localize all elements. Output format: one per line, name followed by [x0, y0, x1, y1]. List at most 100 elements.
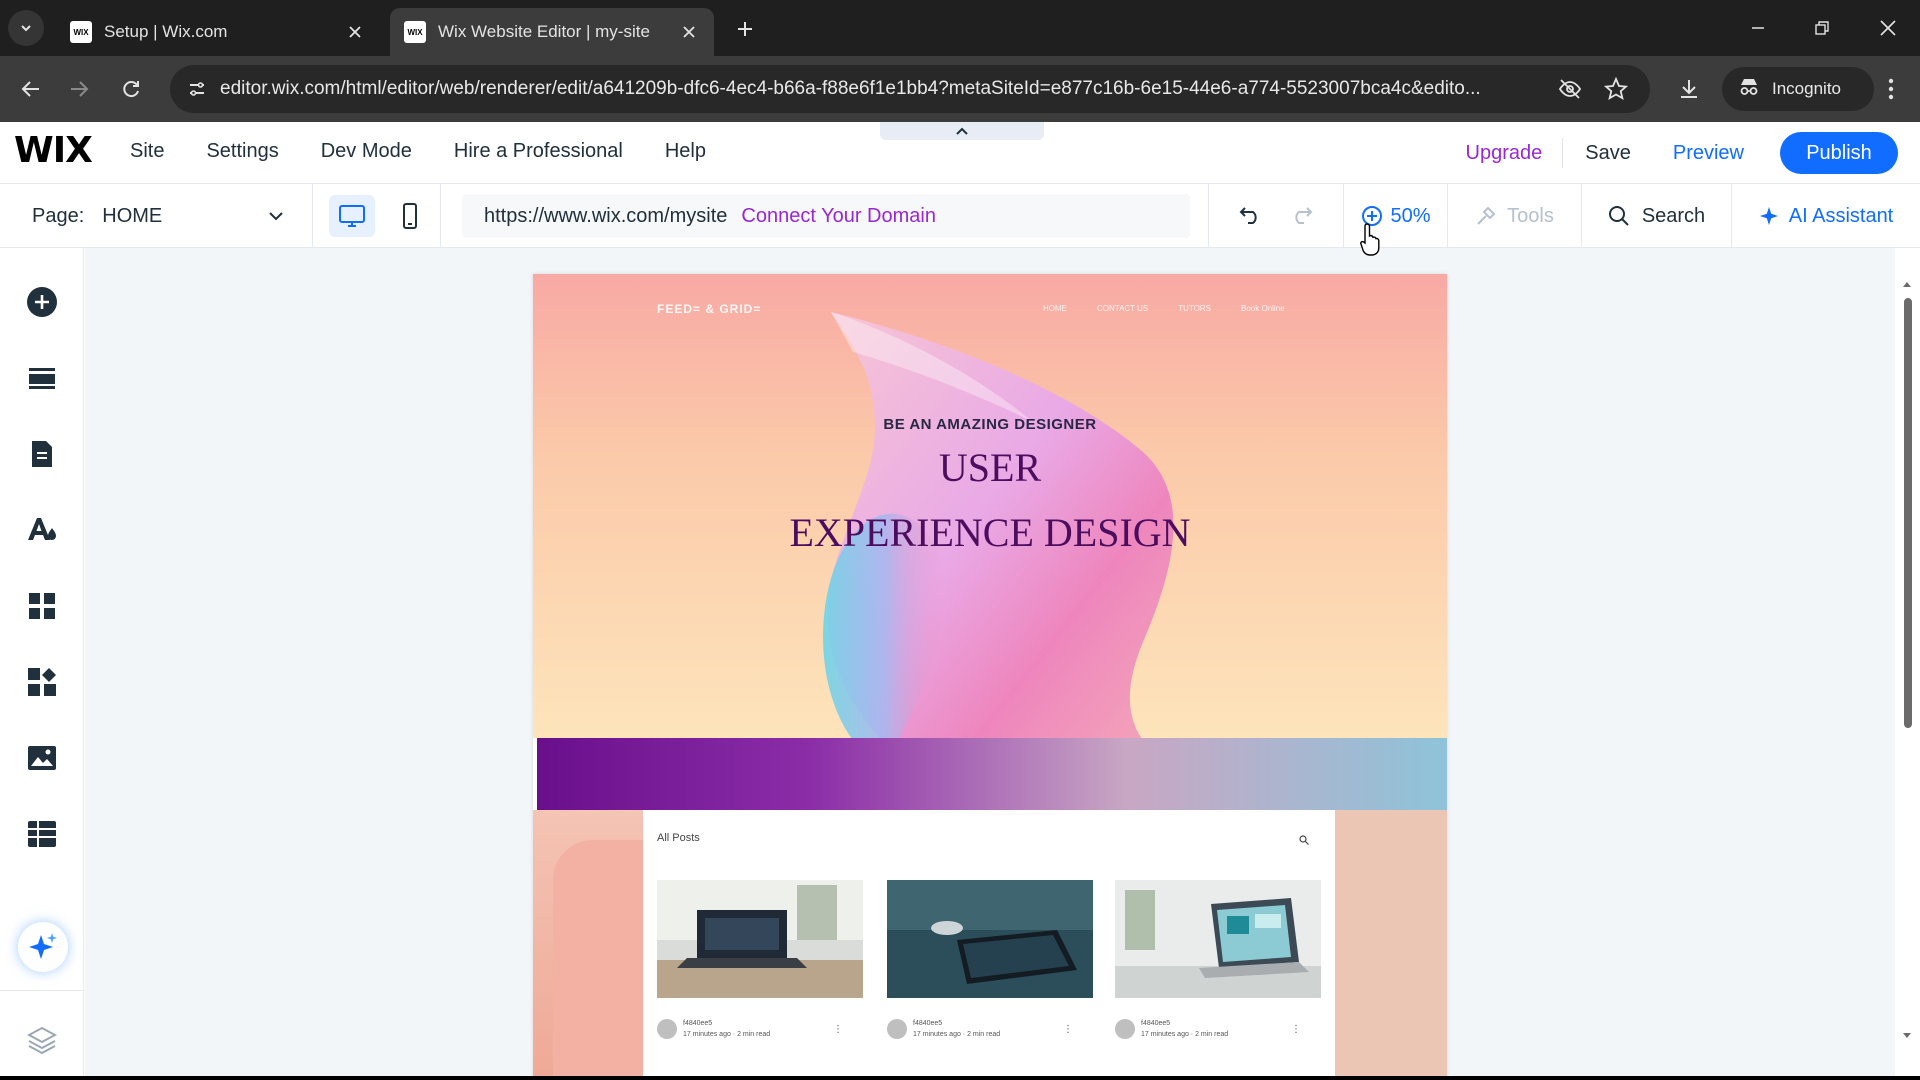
restore-button[interactable] — [1800, 10, 1844, 46]
theme-design-icon — [28, 518, 56, 540]
menu-settings[interactable]: Settings — [206, 140, 278, 163]
media-button[interactable] — [18, 734, 66, 782]
tools-button[interactable]: Tools — [1448, 184, 1582, 248]
post-meta: 17 minutes ago · 2 min read — [913, 1031, 1001, 1038]
address-bar[interactable]: editor.wix.com/html/editor/web/renderer/… — [170, 65, 1650, 113]
more-vertical-icon[interactable]: ⋮ — [1291, 1024, 1301, 1035]
wix-favicon-icon: WIX — [404, 21, 426, 43]
tab-search-button[interactable] — [8, 10, 44, 46]
gradient-band[interactable] — [537, 738, 1447, 810]
desktop-view-button[interactable] — [329, 195, 375, 237]
ai-tools-button[interactable] — [18, 922, 68, 972]
minimize-button[interactable] — [1736, 10, 1780, 46]
post-meta: 17 minutes ago · 2 min read — [1141, 1031, 1229, 1038]
add-elements-button[interactable] — [18, 278, 66, 326]
hero-kicker[interactable]: BE AN AMAZING DESIGNER — [533, 416, 1447, 433]
site-nav-contact[interactable]: CONTACT US — [1097, 304, 1148, 313]
address-url[interactable]: editor.wix.com/html/editor/web/renderer/… — [220, 78, 1540, 100]
blog-search-button[interactable] — [1299, 832, 1309, 850]
connect-domain-link[interactable]: Connect Your Domain — [741, 205, 936, 228]
canvas-scrollbar-thumb[interactable] — [1904, 298, 1912, 728]
reload-button[interactable] — [114, 72, 148, 106]
search-button[interactable]: Search — [1582, 184, 1732, 248]
preview-button[interactable]: Preview — [1653, 142, 1764, 165]
site-nav-tutors[interactable]: TUTORS — [1178, 304, 1211, 313]
apps-button[interactable] — [18, 582, 66, 630]
more-vertical-icon[interactable]: ⋮ — [833, 1024, 843, 1035]
menu-site[interactable]: Site — [130, 140, 164, 163]
current-page-name: HOME — [102, 204, 163, 227]
browser-tab-setup[interactable]: WIX Setup | Wix.com — [56, 8, 380, 56]
new-tab-button[interactable] — [730, 14, 760, 44]
upgrade-button[interactable]: Upgrade — [1446, 138, 1564, 168]
post-author[interactable]: f4840ee5 — [1141, 1020, 1170, 1027]
pages-button[interactable] — [18, 430, 66, 478]
cms-button[interactable] — [18, 810, 66, 858]
post-thumbnail[interactable] — [1115, 880, 1321, 998]
design-laptop-photo — [1115, 880, 1321, 998]
wix-logo[interactable]: WIX — [14, 130, 93, 171]
author-avatar[interactable] — [1115, 1019, 1135, 1039]
theme-design-button[interactable] — [18, 506, 66, 554]
incognito-label: Incognito — [1772, 79, 1841, 98]
browser-tab-editor[interactable]: WIX Wix Website Editor | my-site — [390, 8, 714, 56]
close-icon — [349, 26, 361, 38]
close-tab-button[interactable] — [678, 21, 700, 43]
ai-sparkle-icon — [29, 933, 57, 959]
editor-actions: Upgrade Save Preview Publish — [1446, 132, 1898, 174]
ai-assistant-button[interactable]: AI Assistant — [1732, 184, 1920, 248]
blog-post-card[interactable]: f4840ee5 17 minutes ago · 2 min read ⋮ — [1115, 880, 1321, 1040]
screen-bottom-edge — [0, 1076, 1920, 1080]
collapse-topbar-button[interactable] — [880, 122, 1044, 140]
editor-main-menu: Site Settings Dev Mode Hire a Profession… — [130, 140, 706, 163]
site-info-icon[interactable] — [174, 65, 220, 113]
post-thumbnail[interactable] — [887, 880, 1093, 998]
bookmark-star-icon[interactable] — [1603, 76, 1629, 106]
site-nav-home[interactable]: HOME — [1043, 304, 1067, 313]
hero-title-line1[interactable]: USER — [533, 444, 1447, 491]
blog-left-decoration — [533, 810, 663, 1080]
close-window-button[interactable] — [1866, 10, 1910, 46]
editor-top-bar: WIX Site Settings Dev Mode Hire a Profes… — [0, 122, 1920, 184]
post-author[interactable]: f4840ee5 — [913, 1020, 942, 1027]
business-apps-button[interactable] — [18, 658, 66, 706]
eye-off-icon[interactable] — [1558, 77, 1582, 106]
blog-post-card[interactable]: f4840ee5 17 minutes ago · 2 min read ⋮ — [657, 880, 863, 1040]
menu-help[interactable]: Help — [665, 140, 706, 163]
hero-title-line2[interactable]: EXPERIENCE DESIGN — [533, 509, 1447, 556]
undo-button[interactable] — [1239, 204, 1263, 229]
editor-left-rail — [0, 248, 84, 1080]
page-selector[interactable]: Page: HOME — [0, 184, 313, 248]
post-thumbnail[interactable] — [657, 880, 863, 998]
incognito-indicator[interactable]: Incognito — [1722, 67, 1874, 111]
author-avatar[interactable] — [657, 1019, 677, 1039]
publish-button[interactable]: Publish — [1780, 132, 1898, 174]
menu-dev-mode[interactable]: Dev Mode — [321, 140, 412, 163]
close-tab-button[interactable] — [344, 21, 366, 43]
browser-menu-button[interactable] — [1876, 72, 1906, 106]
site-nav: HOME CONTACT US TUTORS Book Online — [1043, 304, 1285, 313]
plus-icon — [738, 22, 752, 36]
save-button[interactable]: Save — [1563, 142, 1653, 165]
downloads-button[interactable] — [1672, 72, 1706, 106]
forward-button[interactable] — [62, 72, 96, 106]
blog-section[interactable]: All Posts f4840ee5 17 minutes ago · 2 mi… — [533, 810, 1447, 1080]
back-button[interactable] — [14, 72, 48, 106]
layers-button[interactable] — [18, 1016, 66, 1064]
blog-feed[interactable]: All Posts f4840ee5 17 minutes ago · 2 mi… — [643, 810, 1335, 1080]
mobile-view-button[interactable] — [387, 195, 433, 237]
blog-heading[interactable]: All Posts — [657, 832, 700, 844]
site-preview[interactable]: FEED= & GRID= HOME CONTACT US TUTORS Boo… — [533, 274, 1447, 1080]
post-author[interactable]: f4840ee5 — [683, 1020, 712, 1027]
blog-post-card[interactable]: f4840ee5 17 minutes ago · 2 min read ⋮ — [887, 880, 1093, 1040]
site-nav-book-online[interactable]: Book Online — [1241, 304, 1285, 313]
site-logo[interactable]: FEED= & GRID= — [657, 302, 761, 316]
editor-canvas[interactable]: FEED= & GRID= HOME CONTACT US TUTORS Boo… — [85, 248, 1895, 1080]
author-avatar[interactable] — [887, 1019, 907, 1039]
chevron-down-icon — [21, 25, 31, 32]
more-vertical-icon[interactable]: ⋮ — [1063, 1024, 1073, 1035]
sections-button[interactable] — [18, 354, 66, 402]
hero-section[interactable]: FEED= & GRID= HOME CONTACT US TUTORS Boo… — [533, 274, 1447, 738]
redo-button[interactable] — [1289, 204, 1313, 229]
menu-hire-professional[interactable]: Hire a Professional — [454, 140, 623, 163]
